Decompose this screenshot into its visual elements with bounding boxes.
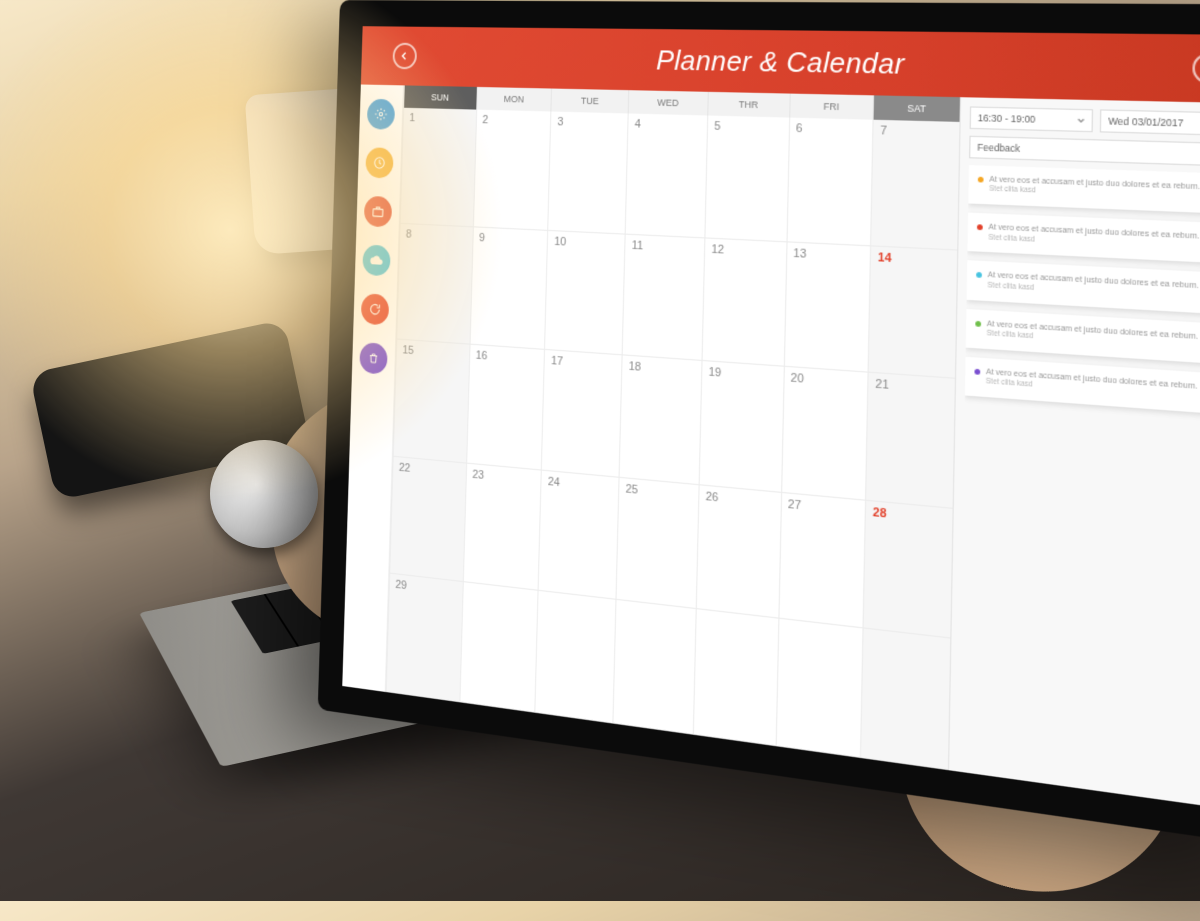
calendar-cell[interactable]: 13	[783, 242, 870, 373]
calendar-cell[interactable]: 23	[463, 463, 542, 591]
trash-icon[interactable]	[359, 342, 388, 375]
calendar-cell[interactable]: 26	[696, 485, 781, 619]
day-wed: WED	[628, 90, 708, 115]
calendar-cell[interactable]: 10	[544, 230, 624, 355]
agenda-card[interactable]: At vero eos et accusam et justo duo dolo…	[967, 261, 1200, 314]
agenda-cards: At vero eos et accusam et justo duo dolo…	[958, 165, 1200, 798]
calendar-cell[interactable]: 12	[701, 238, 786, 367]
calendar-cell[interactable]: 3	[548, 111, 628, 234]
calendar-cell[interactable]: 4	[625, 113, 707, 238]
calendar-cell[interactable]: 6	[786, 118, 873, 246]
calendar-cell[interactable]: 14	[868, 246, 957, 379]
calendar: SUN MON TUE WED THR FRI SAT 123456789101…	[386, 85, 960, 770]
cloud-icon[interactable]	[362, 244, 390, 276]
calendar-cell[interactable]: 19	[698, 361, 783, 492]
agenda-card[interactable]: At vero eos et accusam et justo duo dolo…	[968, 165, 1200, 214]
clock-icon[interactable]	[365, 147, 393, 178]
calendar-cell[interactable]: 17	[541, 350, 622, 477]
laptop-display: Planner & Calendar SUN MON TUE	[318, 0, 1200, 850]
calendar-cell[interactable]: 8	[396, 223, 472, 344]
calendar-cell[interactable]: 29	[386, 574, 463, 702]
calendar-cell[interactable]: 16	[466, 345, 545, 471]
date-select[interactable]: Wed 03/01/2017	[1100, 109, 1200, 135]
calendar-cell[interactable]: 25	[616, 478, 699, 610]
calendar-cell[interactable]: 27	[778, 493, 865, 629]
calendar-cell[interactable]: 20	[781, 367, 868, 501]
day-tue: TUE	[551, 89, 629, 114]
day-thr: THR	[707, 92, 789, 118]
time-select[interactable]: 16:30 - 19:00	[970, 106, 1093, 132]
calendar-cell[interactable]	[775, 619, 863, 758]
calendar-cell[interactable]	[459, 582, 538, 712]
calendar-cell[interactable]	[860, 629, 950, 770]
detail-panel: 16:30 - 19:00 Wed 03/01/2017 Feedback At…	[948, 97, 1200, 809]
calendar-cell[interactable]: 28	[863, 501, 953, 639]
calendar-cell[interactable]: 22	[389, 457, 466, 583]
calendar-cell[interactable]	[535, 591, 616, 723]
calendar-cell[interactable]: 7	[870, 120, 959, 250]
calendar-cell[interactable]: 9	[469, 227, 547, 350]
agenda-card[interactable]: At vero eos et accusam et justo duo dolo…	[965, 357, 1200, 415]
calendar-cell[interactable]: 2	[473, 110, 551, 231]
prev-button[interactable]	[392, 43, 417, 70]
day-fri: FRI	[789, 94, 874, 120]
briefcase-icon[interactable]	[364, 196, 392, 228]
settings-icon[interactable]	[367, 99, 395, 130]
day-sun: SUN	[403, 85, 476, 109]
calendar-cell[interactable]: 21	[865, 373, 955, 509]
calendar-cell[interactable]: 11	[622, 234, 704, 361]
calendar-cell[interactable]	[693, 609, 778, 746]
calendar-grid: 1234567891011121314151617181920212223242…	[386, 108, 960, 770]
calendar-cell[interactable]: 15	[393, 340, 470, 464]
day-mon: MON	[476, 87, 551, 112]
app-title: Planner & Calendar	[656, 43, 905, 81]
next-button[interactable]	[1192, 53, 1200, 84]
agenda-card[interactable]: At vero eos et accusam et justo duo dolo…	[967, 213, 1200, 264]
feedback-select[interactable]: Feedback	[969, 136, 1200, 167]
calendar-cell[interactable]	[613, 600, 696, 734]
sync-icon[interactable]	[361, 293, 389, 325]
calendar-cell[interactable]: 18	[619, 356, 702, 485]
day-sat: SAT	[873, 95, 960, 122]
agenda-card[interactable]: At vero eos et accusam et justo duo dolo…	[966, 309, 1200, 365]
calendar-cell[interactable]: 5	[704, 115, 789, 241]
planner-app: Planner & Calendar SUN MON TUE	[342, 26, 1200, 813]
calendar-cell[interactable]: 24	[538, 470, 619, 600]
calendar-cell[interactable]: 1	[400, 108, 476, 227]
